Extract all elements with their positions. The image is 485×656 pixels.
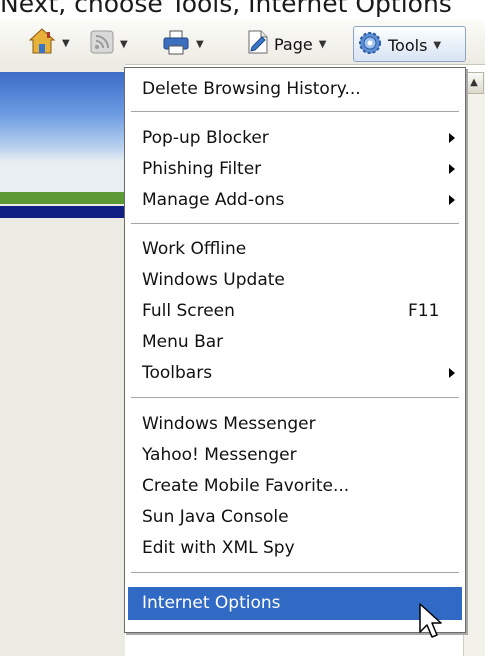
menu-item-popup-blocker[interactable]: Pop-up Blocker: [128, 123, 462, 154]
chevron-down-icon[interactable]: ▼: [196, 39, 204, 50]
caption-text: Next, choose Tools, Internet Options: [0, 0, 452, 18]
menu-item-label: Internet Options: [142, 593, 281, 613]
menu-item-internet-options[interactable]: Internet Options: [128, 587, 462, 620]
chevron-down-icon[interactable]: ▼: [62, 38, 70, 49]
submenu-arrow-icon: [449, 133, 455, 143]
menu-separator: [131, 572, 459, 573]
menu-item-label: Pop-up Blocker: [142, 128, 269, 148]
menu-item-label: Toolbars: [142, 363, 213, 383]
menu-separator: [131, 111, 459, 112]
menu-item-create-mobile-favorite[interactable]: Create Mobile Favorite...: [128, 471, 462, 502]
page-header-graphic: [0, 72, 125, 192]
menu-item-label: Edit with XML Spy: [142, 538, 295, 558]
chevron-down-icon[interactable]: ▼: [319, 39, 327, 50]
chevron-down-icon[interactable]: ▼: [120, 39, 128, 50]
menu-item-label: Create Mobile Favorite...: [142, 476, 350, 496]
print-icon: [162, 28, 190, 60]
mouse-pointer-icon: [418, 602, 444, 644]
menu-item-toolbars[interactable]: Toolbars: [128, 358, 462, 389]
submenu-arrow-icon: [449, 195, 455, 205]
chevron-down-icon[interactable]: ▼: [433, 40, 441, 51]
menu-item-label: Windows Messenger: [142, 414, 316, 434]
menu-item-label: Delete Browsing History...: [142, 79, 361, 99]
gear-icon: [357, 30, 383, 60]
menu-item-full-screen[interactable]: Full Screen F11: [128, 296, 462, 327]
page-label: Page: [274, 34, 313, 54]
menu-item-work-offline[interactable]: Work Offline: [128, 234, 462, 265]
menu-separator: [131, 223, 459, 224]
page-green-stripe: [0, 192, 125, 204]
tools-label: Tools: [388, 35, 428, 55]
menu-item-sun-java-console[interactable]: Sun Java Console: [128, 502, 462, 533]
menu-item-label: Menu Bar: [142, 332, 224, 352]
menu-separator: [131, 397, 459, 398]
home-icon: [28, 27, 56, 59]
menu-item-label: Windows Update: [142, 270, 285, 290]
tools-menu: Delete Browsing History... Pop-up Blocke…: [124, 67, 466, 633]
menu-item-label: Sun Java Console: [142, 507, 289, 527]
menu-item-label: Manage Add-ons: [142, 190, 285, 210]
menu-item-menu-bar[interactable]: Menu Bar: [128, 327, 462, 358]
scroll-up-arrow-icon[interactable]: ▲: [464, 72, 484, 94]
tools-button[interactable]: Tools ▼: [357, 30, 441, 60]
menu-item-manage-add-ons[interactable]: Manage Add-ons: [128, 185, 462, 216]
feeds-button[interactable]: ▼: [90, 30, 128, 58]
home-button[interactable]: ▼: [28, 27, 70, 59]
submenu-arrow-icon: [449, 164, 455, 174]
print-button[interactable]: ▼: [162, 28, 204, 60]
menu-item-yahoo-messenger[interactable]: Yahoo! Messenger: [128, 440, 462, 471]
menu-item-label: Phishing Filter: [142, 159, 262, 179]
menu-item-label: Work Offline: [142, 239, 247, 259]
menu-item-shortcut: F11: [408, 301, 440, 321]
menu-item-delete-browsing-history[interactable]: Delete Browsing History...: [128, 74, 462, 105]
menu-item-edit-with-xml-spy[interactable]: Edit with XML Spy: [128, 533, 462, 564]
menu-item-label: Full Screen: [142, 301, 235, 321]
menu-item-windows-update[interactable]: Windows Update: [128, 265, 462, 296]
page-icon: [247, 30, 269, 58]
vertical-scrollbar[interactable]: [463, 72, 485, 656]
submenu-arrow-icon: [449, 368, 455, 378]
feeds-icon: [90, 30, 114, 58]
menu-item-label: Yahoo! Messenger: [142, 445, 297, 465]
page-button[interactable]: Page ▼: [247, 30, 326, 58]
menu-item-phishing-filter[interactable]: Phishing Filter: [128, 154, 462, 185]
page-navy-stripe: [0, 206, 125, 218]
menu-item-windows-messenger[interactable]: Windows Messenger: [128, 409, 462, 440]
